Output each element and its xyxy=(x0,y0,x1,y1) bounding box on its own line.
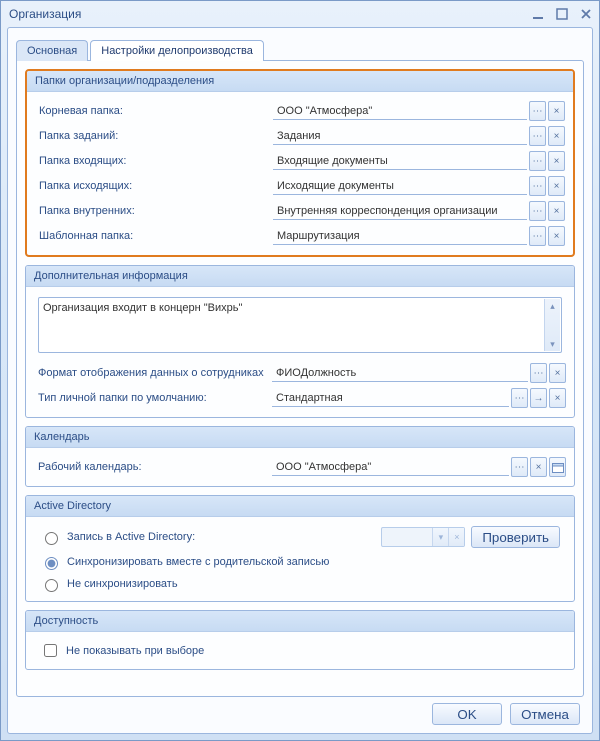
row-personal-folder-type: Тип личной папки по умолчанию: ⋯ → × xyxy=(34,386,566,410)
titlebar: Организация xyxy=(1,1,599,27)
clear-button[interactable]: × xyxy=(548,101,565,121)
template-folder-label: Шаблонная папка: xyxy=(35,230,273,242)
ellipsis-button[interactable]: ⋯ xyxy=(530,363,547,383)
row-display-format: Формат отображения данных о сотрудниках … xyxy=(34,361,566,385)
row-root-folder: Корневая папка: ⋯ × xyxy=(35,99,565,123)
clear-button[interactable]: × xyxy=(549,363,566,383)
clear-button[interactable]: × xyxy=(548,151,565,171)
ad-sync-parent-radio[interactable] xyxy=(45,557,58,570)
group-folders-header: Папки организации/подразделения xyxy=(27,71,573,92)
ad-no-sync-label: Не синхронизировать xyxy=(67,578,178,590)
scroll-up-icon[interactable]: ▴ xyxy=(545,299,560,313)
ad-record-combo: ▾ × xyxy=(381,527,465,547)
row-incoming-folder: Папка входящих: ⋯ × xyxy=(35,149,565,173)
group-calendar-header: Календарь xyxy=(26,427,574,448)
outgoing-folder-input[interactable] xyxy=(273,177,527,195)
incoming-folder-label: Папка входящих: xyxy=(35,155,273,167)
ellipsis-button[interactable]: ⋯ xyxy=(511,457,528,477)
work-calendar-input[interactable] xyxy=(272,458,509,476)
clear-button[interactable]: × xyxy=(548,126,565,146)
ad-option-sync-parent[interactable]: Синхронизировать вместе с родительской з… xyxy=(34,551,566,573)
ellipsis-button[interactable]: ⋯ xyxy=(529,176,546,196)
dialog-buttons: OK Отмена xyxy=(16,697,584,725)
clear-button[interactable]: × xyxy=(549,388,566,408)
tasks-folder-input[interactable] xyxy=(273,127,527,145)
ellipsis-button[interactable]: ⋯ xyxy=(529,226,546,246)
tab-bar: Основная Настройки делопроизводства xyxy=(16,36,584,60)
clear-icon: × xyxy=(448,528,464,546)
clear-button[interactable]: × xyxy=(548,201,565,221)
display-format-input[interactable] xyxy=(272,364,528,382)
tab-main[interactable]: Основная xyxy=(16,40,88,61)
group-active-directory: Active Directory Запись в Active Directo… xyxy=(25,495,575,602)
clear-button[interactable]: × xyxy=(548,226,565,246)
hide-on-select-row[interactable]: Не показывать при выборе xyxy=(34,638,566,663)
tab-workflow-settings[interactable]: Настройки делопроизводства xyxy=(90,40,264,61)
internal-folder-input[interactable] xyxy=(273,202,527,220)
ad-record-radio[interactable] xyxy=(45,532,58,545)
template-folder-input[interactable] xyxy=(273,227,527,245)
ellipsis-button[interactable]: ⋯ xyxy=(529,201,546,221)
ellipsis-button[interactable]: ⋯ xyxy=(511,388,528,408)
maximize-icon[interactable] xyxy=(555,7,569,21)
organization-window: Организация Основная Настройки делопроиз… xyxy=(0,0,600,741)
close-icon[interactable] xyxy=(579,7,593,21)
group-calendar: Календарь Рабочий календарь: ⋯ × xyxy=(25,426,575,487)
ad-no-sync-radio[interactable] xyxy=(45,579,58,592)
cancel-button[interactable]: Отмена xyxy=(510,703,580,725)
ad-option-no-sync[interactable]: Не синхронизировать xyxy=(34,573,566,595)
ellipsis-button[interactable]: ⋯ xyxy=(529,101,546,121)
ad-record-label: Запись в Active Directory: xyxy=(67,531,195,543)
group-folders-body: Корневая папка: ⋯ × Папка заданий: ⋯ × xyxy=(27,92,573,255)
personal-folder-type-input[interactable] xyxy=(272,389,509,407)
incoming-folder-input[interactable] xyxy=(273,152,527,170)
ad-check-button[interactable]: Проверить xyxy=(471,526,560,548)
clear-button[interactable]: × xyxy=(530,457,547,477)
row-internal-folder: Папка внутренних: ⋯ × xyxy=(35,199,565,223)
row-template-folder: Шаблонная папка: ⋯ × xyxy=(35,224,565,248)
ad-option-record[interactable]: Запись в Active Directory: ▾ × Проверить xyxy=(34,523,566,551)
calendar-icon[interactable] xyxy=(549,457,566,477)
group-extra: Дополнительная информация ▴ ▾ Формат ото… xyxy=(25,265,575,418)
window-title: Организация xyxy=(9,7,531,21)
scrollbar[interactable]: ▴ ▾ xyxy=(544,299,560,351)
group-folders: Папки организации/подразделения Корневая… xyxy=(25,69,575,257)
group-availability: Доступность Не показывать при выборе xyxy=(25,610,575,670)
hide-on-select-label: Не показывать при выборе xyxy=(66,645,204,657)
hide-on-select-checkbox[interactable] xyxy=(44,644,57,657)
group-availability-header: Доступность xyxy=(26,611,574,632)
personal-folder-type-label: Тип личной папки по умолчанию: xyxy=(34,392,272,404)
extra-text-box: ▴ ▾ xyxy=(38,297,562,353)
row-work-calendar: Рабочий календарь: ⋯ × xyxy=(34,455,566,479)
ellipsis-button[interactable]: ⋯ xyxy=(529,151,546,171)
ellipsis-button[interactable]: ⋯ xyxy=(529,126,546,146)
ad-sync-parent-label: Синхронизировать вместе с родительской з… xyxy=(67,556,329,568)
group-ad-header: Active Directory xyxy=(26,496,574,517)
clear-button[interactable]: × xyxy=(548,176,565,196)
root-folder-input[interactable] xyxy=(273,102,527,120)
minimize-icon[interactable] xyxy=(531,7,545,21)
ok-button[interactable]: OK xyxy=(432,703,502,725)
work-calendar-label: Рабочий календарь: xyxy=(34,461,272,473)
outgoing-folder-label: Папка исходящих: xyxy=(35,180,273,192)
internal-folder-label: Папка внутренних: xyxy=(35,205,273,217)
scroll-down-icon[interactable]: ▾ xyxy=(545,337,560,351)
window-controls xyxy=(531,7,593,21)
row-outgoing-folder: Папка исходящих: ⋯ × xyxy=(35,174,565,198)
extra-textarea[interactable] xyxy=(39,298,543,352)
tasks-folder-label: Папка заданий: xyxy=(35,130,273,142)
row-tasks-folder: Папка заданий: ⋯ × xyxy=(35,124,565,148)
chevron-down-icon: ▾ xyxy=(432,528,448,546)
client-area: Основная Настройки делопроизводства Папк… xyxy=(7,27,593,734)
group-extra-header: Дополнительная информация xyxy=(26,266,574,287)
display-format-label: Формат отображения данных о сотрудниках xyxy=(34,367,272,379)
root-folder-label: Корневая папка: xyxy=(35,105,273,117)
arrow-button[interactable]: → xyxy=(530,388,547,408)
tab-page: Папки организации/подразделения Корневая… xyxy=(16,60,584,697)
